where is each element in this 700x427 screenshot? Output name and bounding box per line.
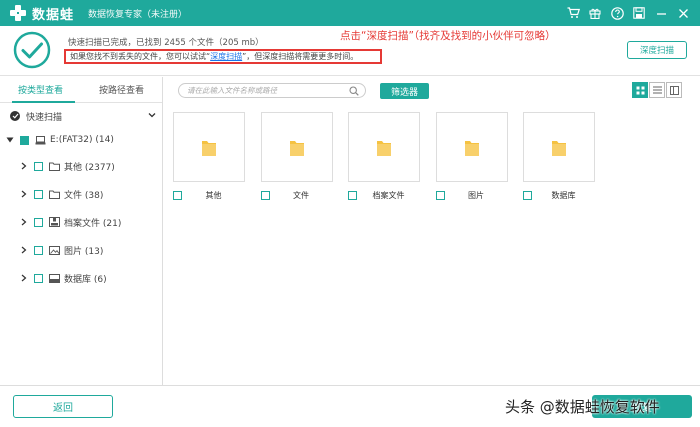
tile-checkbox[interactable] — [348, 191, 357, 200]
annotation-text: 点击“深度扫描”（找齐及找到的小伙伴可忽略） — [340, 30, 556, 42]
tile-label: 其他 — [205, 191, 222, 200]
tab-by-path[interactable]: 按路径查看 — [81, 77, 162, 102]
tree-item-images[interactable]: 图片 (13) — [0, 241, 163, 259]
search-icon[interactable] — [349, 86, 359, 96]
scan-result-header: 快速扫描已完成，已找到 2455 个文件（205 mb） 如果您找不到丢失的文件… — [0, 26, 700, 76]
drive-label: E:(FAT32) (14) — [50, 135, 114, 145]
close-icon[interactable] — [672, 2, 694, 24]
tile-checkbox[interactable] — [523, 191, 532, 200]
drive-icon — [35, 135, 46, 145]
app-logo: 数据蛙 — [8, 3, 74, 23]
detail-view-icon[interactable] — [666, 82, 682, 98]
tile-checkbox[interactable] — [260, 191, 270, 200]
folder-icon — [552, 140, 566, 156]
help-icon[interactable] — [606, 2, 628, 24]
hint-suffix: ”，但深度扫描将需要更多时间。 — [242, 52, 359, 61]
tile-other[interactable]: 其他 — [173, 112, 245, 201]
minimize-icon[interactable] — [650, 2, 672, 24]
folder-icon — [377, 140, 391, 156]
tile-thumbnail[interactable] — [260, 112, 333, 182]
tree-item-documents[interactable]: 文件 (38) — [0, 185, 163, 203]
check-dot-icon — [10, 111, 20, 121]
search-placeholder: 请在此输入文件名称或路径 — [187, 86, 277, 95]
tile-label: 数据库 — [551, 191, 576, 200]
quick-scan-label: 快速扫描 — [26, 112, 63, 123]
chevron-right-icon[interactable] — [20, 246, 28, 254]
title-bar: 数据蛙 数据恢复专家（未注册） — [0, 0, 700, 26]
quick-scan-section[interactable]: 快速扫描 — [0, 107, 163, 125]
tile-thumbnail[interactable] — [348, 112, 420, 182]
tab-by-type[interactable]: 按类型查看 — [0, 77, 81, 103]
grid-view-icon[interactable] — [632, 82, 648, 98]
list-view-icon[interactable] — [649, 82, 665, 98]
item-checkbox[interactable] — [34, 217, 43, 227]
deep-scan-button[interactable]: 深度扫描 — [627, 41, 687, 59]
main-panel: 请在此输入文件名称或路径 筛选器 其他 文件 档案文件 图片 数据库 — [164, 77, 700, 385]
caret-down-icon[interactable] — [6, 137, 14, 143]
tree-item-label: 数据库 (6) — [64, 274, 107, 285]
tile-images[interactable]: 图片 — [435, 112, 508, 201]
app-title: 数据恢复专家（未注册） — [88, 9, 188, 20]
chevron-right-icon[interactable] — [20, 274, 28, 282]
save-icon[interactable] — [628, 2, 650, 24]
chevron-right-icon[interactable] — [20, 162, 28, 170]
chevron-right-icon[interactable] — [20, 218, 28, 226]
drive-checkbox[interactable] — [20, 135, 29, 145]
item-checkbox[interactable] — [34, 273, 43, 283]
scan-complete-check-icon — [13, 31, 51, 69]
tree-item-label: 其他 (2377) — [64, 162, 115, 173]
footer-bar: 返回 恢复 头条 @数据蛙恢复软件 — [0, 385, 700, 427]
archive-icon — [49, 217, 60, 227]
sidebar: 按类型查看 按路径查看 快速扫描 E:(FAT32) (14) 其他 (2377… — [0, 77, 163, 385]
folder-icon — [289, 140, 304, 156]
cart-icon[interactable] — [562, 2, 584, 24]
logo-plus-icon — [8, 3, 28, 23]
watermark-text: 头条 @数据蛙恢复软件 — [505, 398, 660, 416]
tree-item-other[interactable]: 其他 (2377) — [0, 157, 163, 175]
tile-documents[interactable]: 文件 — [260, 112, 333, 201]
tile-checkbox[interactable] — [435, 191, 445, 200]
tile-checkbox[interactable] — [173, 191, 182, 200]
tree-item-label: 图片 (13) — [64, 246, 104, 257]
item-checkbox[interactable] — [34, 161, 43, 171]
logo-text: 数据蛙 — [32, 7, 75, 23]
tree-item-database[interactable]: 数据库 (6) — [0, 269, 163, 287]
deep-scan-link[interactable]: 深度扫描 — [210, 51, 242, 62]
scan-status-text: 快速扫描已完成，已找到 2455 个文件（205 mb） — [68, 38, 264, 48]
hint-prefix: 如果您找不到丢失的文件，您可以试试“ — [70, 52, 211, 61]
tile-archives[interactable]: 档案文件 — [348, 112, 420, 201]
deep-scan-hint: 如果您找不到丢失的文件，您可以试试“ 深度扫描 ”，但深度扫描将需要更多时间。 — [64, 49, 382, 64]
folder-icon — [464, 140, 479, 156]
filter-button[interactable]: 筛选器 — [380, 83, 429, 99]
tree-item-archives[interactable]: 档案文件 (21) — [0, 213, 163, 231]
tile-label: 档案文件 — [372, 191, 405, 200]
tile-label: 文件 — [293, 191, 309, 200]
gift-icon[interactable] — [584, 2, 606, 24]
tile-database[interactable]: 数据库 — [523, 112, 595, 201]
drive-node[interactable]: E:(FAT32) (14) — [0, 131, 163, 149]
folder-icon — [202, 140, 216, 156]
folder-outline-icon — [49, 161, 60, 171]
item-checkbox[interactable] — [34, 245, 43, 255]
view-mode-switch — [631, 82, 682, 98]
image-icon — [49, 245, 60, 255]
file-type-grid: 其他 文件 档案文件 图片 数据库 — [173, 112, 611, 201]
tile-label: 图片 — [468, 191, 484, 200]
tile-thumbnail[interactable] — [435, 112, 508, 182]
chevron-right-icon[interactable] — [20, 190, 28, 198]
tree-item-label: 文件 (38) — [64, 190, 104, 201]
search-input[interactable]: 请在此输入文件名称或路径 — [178, 83, 366, 98]
database-icon — [49, 273, 60, 283]
chevron-down-icon[interactable] — [147, 110, 157, 120]
view-tabs: 按类型查看 按路径查看 — [0, 77, 162, 103]
back-button[interactable]: 返回 — [13, 395, 113, 418]
folder-outline-icon — [49, 189, 60, 199]
item-checkbox[interactable] — [34, 189, 43, 199]
tree-item-label: 档案文件 (21) — [64, 218, 122, 229]
tile-thumbnail[interactable] — [173, 112, 245, 182]
tile-thumbnail[interactable] — [523, 112, 595, 182]
